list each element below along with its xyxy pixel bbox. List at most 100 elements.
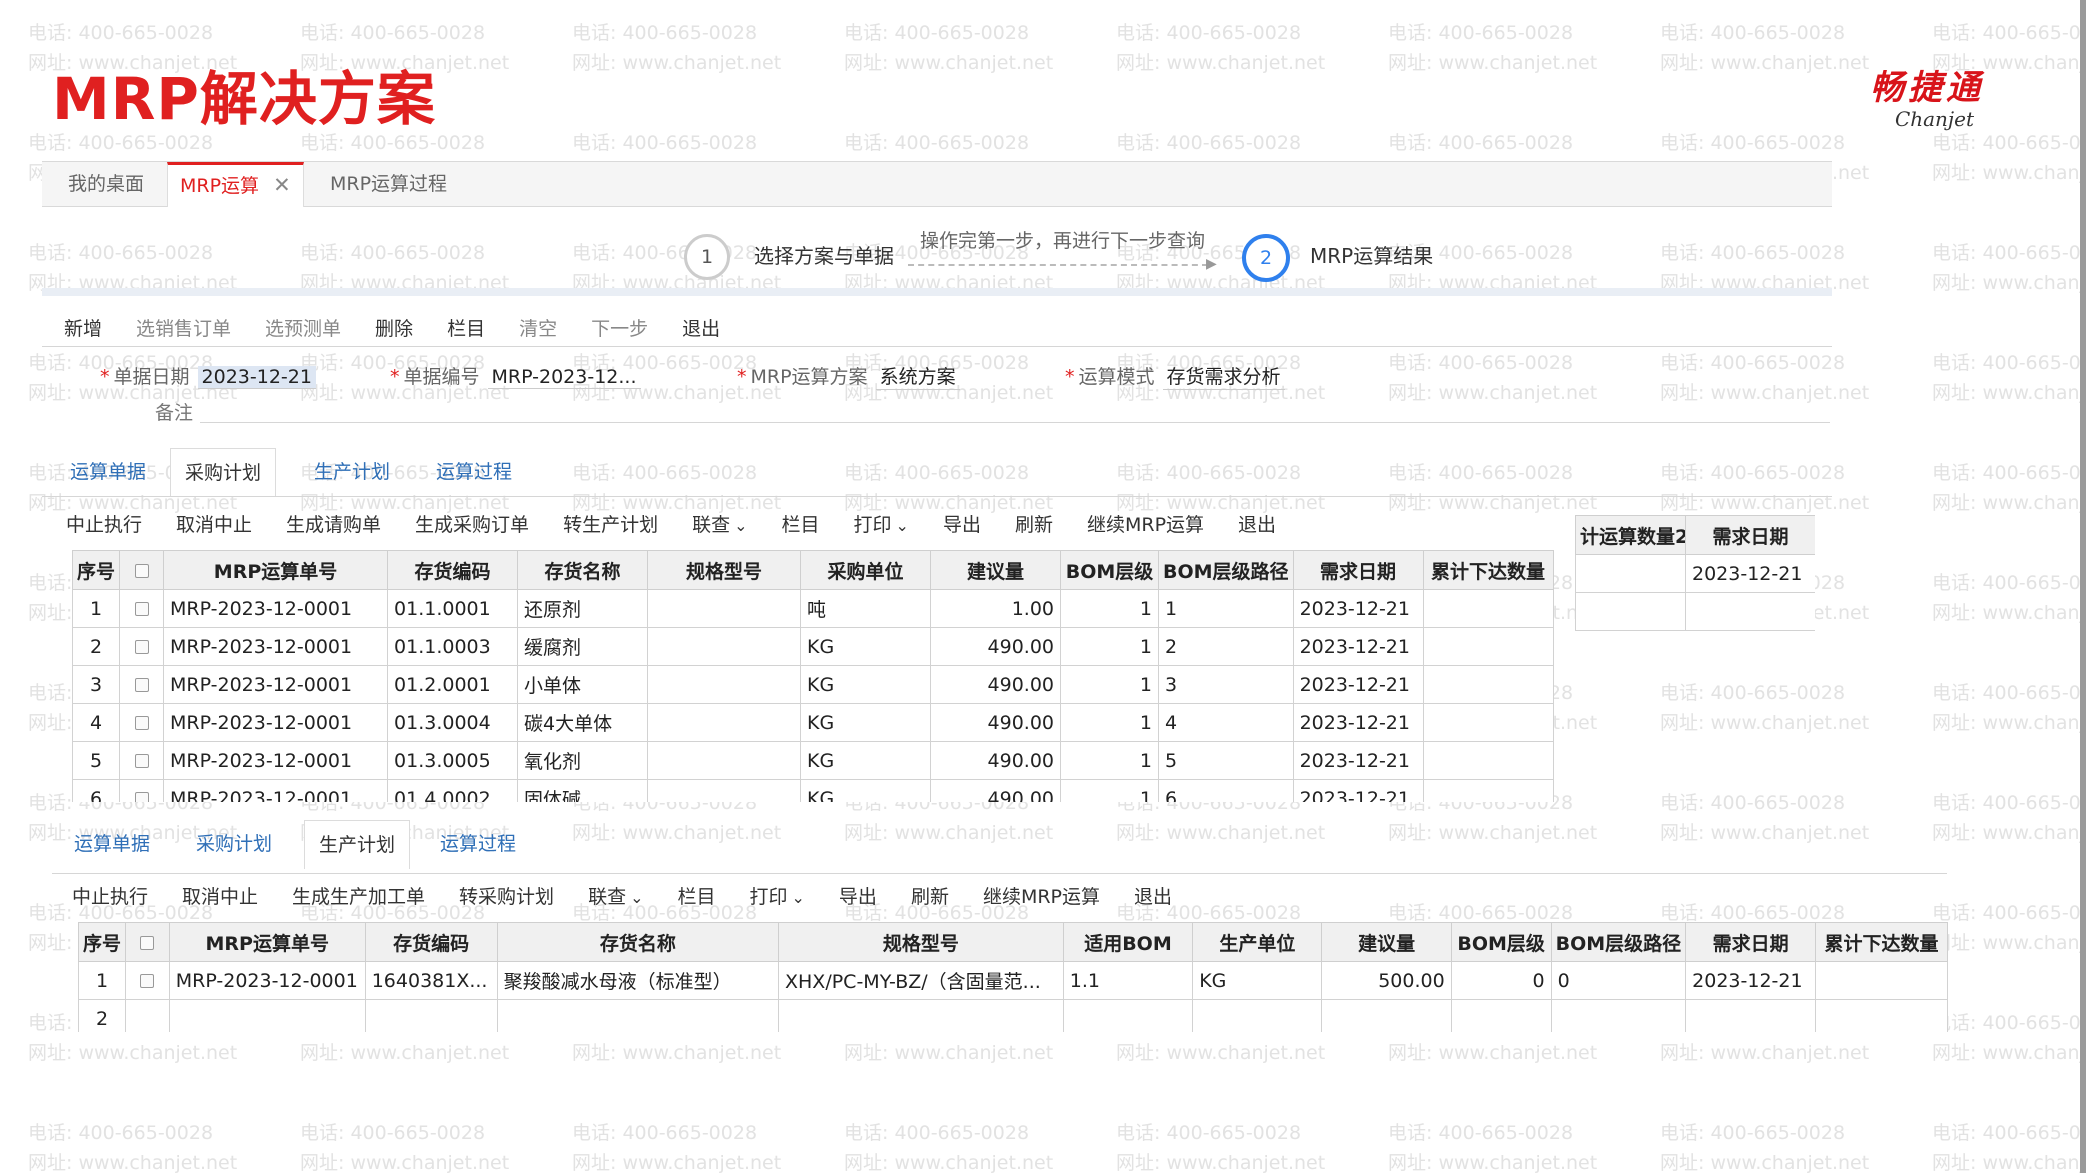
production-toolbar-button-1[interactable]: 取消中止 [182,882,258,909]
purchase-toolbar-button-3[interactable]: 生成采购订单 [415,510,529,537]
production-toolbar-button-6[interactable]: 打印 ⌄ [750,882,805,909]
purchase-grid-header-cell[interactable]: 采购单位 [800,550,932,590]
purchase-grid-viewport[interactable]: 序号 MRP运算单号 存货编码 存货名称 规格型号 采购单位 建议量 BOM层级 BOM层级路径… [72,550,1567,802]
production-grid-header-cell[interactable]: 序号 [78,922,127,962]
purchase-grid-row[interactable]: 2 MRP-2023-12-0001 01.1.0003 缓腐剂 KG 490.00 1 2 2… [72,627,1554,666]
mode-field[interactable]: * 运算模式 存货需求分析 [1065,362,1285,390]
production-section-tab-1[interactable]: 采购计划 [182,820,286,868]
main-toolbar-button-5[interactable]: 清空 [519,314,557,341]
production-grid-header-cell[interactable] [125,922,170,962]
side-grid-viewport[interactable]: 计运算数量2 需求日期 2023-12-21 [1575,515,1815,633]
production-grid-header-cell[interactable]: BOM层级路径 [1550,922,1687,962]
production-grid-header-cell[interactable]: 适用BOM [1062,922,1194,962]
main-toolbar-button-6[interactable]: 下一步 [591,314,648,341]
production-section-tab-0[interactable]: 运算单据 [60,820,164,868]
tab-mrp-run[interactable]: MRP运算 ✕ [167,162,304,207]
side-grid-header-cell[interactable]: 需求日期 [1685,515,1815,555]
doc-date-field[interactable]: * 单据日期 2023-12-21 [100,362,316,389]
purchase-toolbar-button-6[interactable]: 栏目 [782,510,820,537]
main-toolbar-button-0[interactable]: 新增 [64,314,102,341]
production-toolbar-button-3[interactable]: 转采购计划 [459,882,554,909]
scheme-input[interactable]: 系统方案 [875,362,960,390]
purchase-toolbar-button-9[interactable]: 刷新 [1015,510,1053,537]
production-toolbar-button-0[interactable]: 中止执行 [72,882,148,909]
main-toolbar-button-2[interactable]: 选预测单 [265,314,341,341]
purchase-toolbar-button-7[interactable]: 打印 ⌄ [854,510,909,537]
purchase-grid-header-cell[interactable]: 存货编码 [387,550,519,590]
production-toolbar-button-8[interactable]: 刷新 [911,882,949,909]
purchase-section-tab-3[interactable]: 运算过程 [422,448,526,496]
step-1-label[interactable]: 选择方案与单据 [754,240,894,269]
purchase-toolbar-button-11[interactable]: 退出 [1238,510,1276,537]
production-grid-row[interactable]: 2 [78,999,1948,1032]
purchase-toolbar-button-1[interactable]: 取消中止 [176,510,252,537]
doc-no-input[interactable]: MRP-2023-12... [487,366,641,389]
production-grid-header-cell[interactable]: MRP运算单号 [168,922,366,962]
production-grid-header-cell[interactable]: 规格型号 [778,922,1064,962]
doc-no-field[interactable]: * 单据编号 MRP-2023-12... [390,362,641,389]
purchase-grid-row[interactable]: 1 MRP-2023-12-0001 01.1.0001 还原剂吨 1.00 1 1 2023… [72,589,1554,628]
production-grid-viewport[interactable]: 序号 MRP运算单号 存货编码 存货名称 规格型号 适用BOM 生产单位 建议量 BOM层级 BO… [78,922,1948,1032]
tab-mrp-process[interactable]: MRP运算过程 [318,162,459,206]
row-checkbox[interactable] [134,792,149,802]
purchase-section-tab-2[interactable]: 生产计划 [300,448,404,496]
row-checkbox[interactable] [134,754,149,768]
row-checkbox[interactable] [134,640,149,654]
production-toolbar-button-9[interactable]: 继续MRP运算 [983,882,1100,909]
doc-date-input[interactable]: 2023-12-21 [197,366,316,389]
purchase-grid-header-cell[interactable]: 建议量 [930,550,1062,590]
step-2-label[interactable]: MRP运算结果 [1310,240,1433,269]
production-toolbar-button-10[interactable]: 退出 [1134,882,1172,909]
purchase-toolbar-button-2[interactable]: 生成请购单 [286,510,381,537]
production-toolbar-button-4[interactable]: 联查 ⌄ [588,882,643,909]
purchase-grid-header-cell[interactable]: MRP运算单号 [163,550,389,590]
row-checkbox[interactable] [134,716,149,730]
purchase-toolbar-button-5[interactable]: 联查 ⌄ [692,510,747,537]
main-toolbar-button-3[interactable]: 删除 [375,314,413,341]
production-grid-header-cell[interactable]: 存货名称 [496,922,780,962]
production-grid-row[interactable]: 1 MRP-2023-12-0001 1640381X... 聚羧酸减水母液（标准型）… [78,961,1948,1000]
purchase-grid-row[interactable]: 6 MRP-2023-12-0001 01.4.0002 固体碱 KG 490.00 1 6 2… [72,779,1554,802]
purchase-section-tab-0[interactable]: 运算单据 [56,448,160,496]
main-toolbar-button-7[interactable]: 退出 [682,314,720,341]
side-grid-row[interactable] [1575,592,1815,631]
production-toolbar-button-2[interactable]: 生成生产加工单 [292,882,425,909]
production-grid-header-cell[interactable]: BOM层级 [1450,922,1552,962]
select-all-checkbox[interactable] [134,563,149,578]
purchase-grid-header-cell[interactable]: BOM层级路径 [1158,550,1294,590]
purchase-grid-header-cell[interactable]: 存货名称 [517,550,649,590]
production-grid-header-cell[interactable]: 需求日期 [1685,922,1817,962]
purchase-grid-row[interactable]: 3 MRP-2023-12-0001 01.2.0001 小单体 KG 490.00 1 3 2… [72,665,1554,704]
purchase-grid-header-cell[interactable]: 序号 [72,550,121,590]
step-1-circle[interactable]: 1 [684,234,730,280]
select-all-checkbox[interactable] [140,935,155,950]
scheme-field[interactable]: * MRP运算方案 系统方案 [737,362,960,390]
purchase-grid-header-cell[interactable]: 需求日期 [1292,550,1424,590]
close-icon[interactable]: ✕ [273,173,291,197]
purchase-grid-row[interactable]: 5 MRP-2023-12-0001 01.3.0005 氧化剂 KG 490.00 1 5 2… [72,741,1554,780]
purchase-grid-header-cell[interactable]: 累计下达数量 [1422,550,1554,590]
side-grid-header-cell[interactable]: 计运算数量2 [1575,515,1686,555]
mode-input[interactable]: 存货需求分析 [1162,362,1285,390]
purchase-toolbar-button-8[interactable]: 导出 [943,510,981,537]
production-grid-header-cell[interactable]: 生产单位 [1192,922,1323,962]
production-toolbar-button-7[interactable]: 导出 [839,882,877,909]
row-checkbox[interactable] [140,974,155,988]
side-grid-row[interactable]: 2023-12-21 [1575,554,1815,593]
purchase-toolbar-button-10[interactable]: 继续MRP运算 [1087,510,1204,537]
tab-my-desktop[interactable]: 我的桌面 [56,162,156,206]
production-section-tab-2[interactable]: 生产计划 [304,820,411,869]
row-checkbox[interactable] [134,678,149,692]
purchase-grid-header-cell[interactable] [119,550,165,590]
production-grid-header-cell[interactable]: 存货编码 [364,922,498,962]
purchase-grid-header-cell[interactable]: 规格型号 [647,550,802,590]
production-grid-header-cell[interactable]: 累计下达数量 [1815,922,1948,962]
step-2-circle[interactable]: 2 [1242,234,1290,282]
production-toolbar-button-5[interactable]: 栏目 [677,882,715,909]
remark-input[interactable] [200,422,1830,423]
row-checkbox[interactable] [134,602,149,616]
production-section-tab-3[interactable]: 运算过程 [426,820,530,868]
purchase-toolbar-button-0[interactable]: 中止执行 [66,510,142,537]
main-toolbar-button-4[interactable]: 栏目 [447,314,485,341]
purchase-section-tab-1[interactable]: 采购计划 [170,448,277,497]
